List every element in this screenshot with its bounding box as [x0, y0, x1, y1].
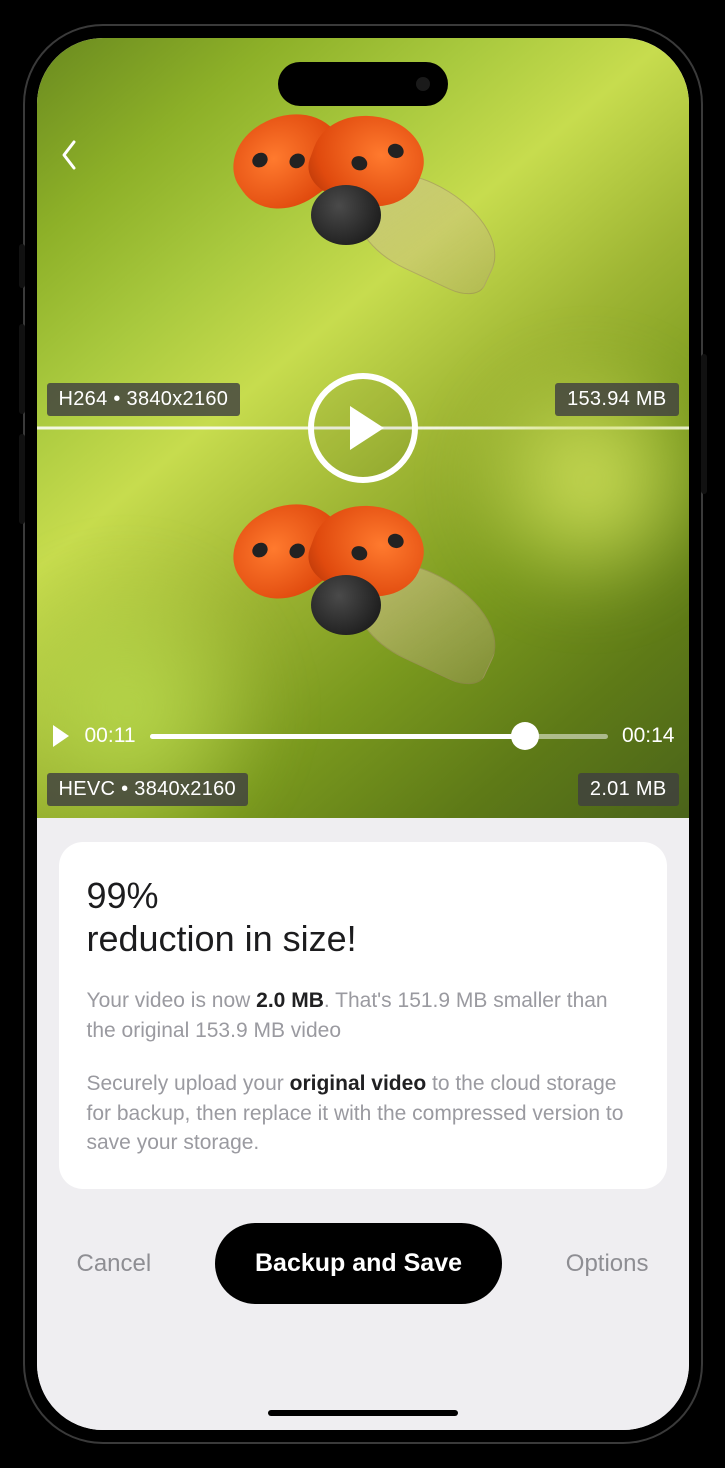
video-compare-view: H264 • 3840x2160 153.94 MB: [37, 38, 689, 818]
back-button[interactable]: [59, 138, 79, 177]
video-subject: [233, 535, 493, 695]
result-panel: 99% reduction in size! Your video is now…: [37, 818, 689, 1430]
dynamic-island: [278, 62, 448, 106]
power-button: [701, 354, 707, 494]
options-button[interactable]: Options: [562, 1242, 653, 1286]
reduction-percent: 99%: [87, 875, 159, 916]
result-card: 99% reduction in size! Your video is now…: [59, 842, 667, 1189]
result-headline: 99% reduction in size!: [87, 874, 639, 960]
phone-frame: H264 • 3840x2160 153.94 MB: [23, 24, 703, 1444]
compressed-format-badge: HEVC • 3840x2160: [47, 773, 248, 806]
volume-down-button: [19, 434, 25, 524]
scrubber-thumb[interactable]: [511, 722, 539, 750]
screen: H264 • 3840x2160 153.94 MB: [37, 38, 689, 1430]
reduction-label: reduction in size!: [87, 918, 357, 959]
video-scrubber[interactable]: 00:11 00:14: [51, 724, 675, 748]
mini-play-icon[interactable]: [51, 724, 71, 748]
original-size-badge: 153.94 MB: [555, 383, 678, 416]
play-button[interactable]: [308, 373, 418, 483]
compressed-size-badge: 2.01 MB: [578, 773, 679, 806]
action-bar: Cancel Backup and Save Options: [59, 1189, 667, 1354]
new-size-value: 2.0 MB: [256, 989, 324, 1012]
total-time: 00:14: [622, 724, 675, 748]
play-icon: [346, 404, 388, 452]
mute-switch: [19, 244, 25, 288]
chevron-left-icon: [59, 138, 79, 172]
scrubber-track[interactable]: [150, 734, 608, 739]
result-paragraph-1: Your video is now 2.0 MB. That's 151.9 M…: [87, 986, 639, 1045]
original-video-label: original video: [290, 1072, 427, 1095]
scrubber-progress: [150, 734, 526, 739]
volume-up-button: [19, 324, 25, 414]
elapsed-time: 00:11: [85, 724, 136, 748]
video-subject: [233, 145, 493, 305]
original-format-badge: H264 • 3840x2160: [47, 383, 241, 416]
compressed-video-preview: 00:11 00:14 HEVC • 3840x2160 2.01 MB: [37, 428, 689, 818]
home-indicator[interactable]: [268, 1410, 458, 1416]
cancel-button[interactable]: Cancel: [73, 1242, 156, 1286]
backup-and-save-button[interactable]: Backup and Save: [215, 1223, 502, 1304]
result-paragraph-2: Securely upload your original video to t…: [87, 1069, 639, 1157]
